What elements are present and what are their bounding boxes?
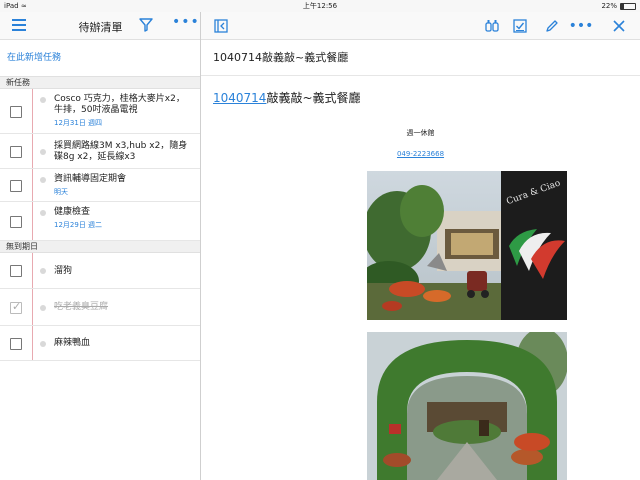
task-checkbox[interactable]	[10, 180, 22, 192]
margin-line	[32, 253, 33, 288]
task-row[interactable]: 採買網路線3M x3,hub x2，隨身碟8g x2，延長線x3	[0, 134, 200, 169]
filter-icon[interactable]	[139, 18, 153, 32]
checkmark-icon: ✓	[12, 300, 22, 313]
task-text: 溜狗	[54, 266, 73, 276]
margin-line	[32, 202, 33, 240]
task-text: 吃老義臭豆腐	[54, 302, 109, 312]
task-text: 健康檢查	[54, 207, 91, 217]
battery-percent: 22%	[601, 2, 617, 10]
priority-dot-icon	[40, 177, 46, 183]
task-row[interactable]: 麻辣鴨血	[0, 326, 200, 361]
task-row[interactable]: 溜狗	[0, 253, 200, 289]
battery-icon	[620, 2, 636, 10]
task-due-date: 12月31日 週四	[54, 119, 103, 127]
task-checkbox[interactable]	[10, 265, 22, 277]
list-title: 待辦清單	[78, 21, 123, 34]
task-due-date: 12月29日 週二	[54, 221, 103, 229]
priority-dot-icon	[40, 341, 46, 347]
close-icon[interactable]	[611, 18, 627, 34]
section-header: 新任務	[0, 77, 200, 89]
task-row[interactable]: ✓ 吃老義臭豆腐	[0, 289, 200, 326]
task-checkbox[interactable]	[10, 338, 22, 350]
add-task-input[interactable]: 在此新增任務	[0, 40, 200, 77]
task-checkbox[interactable]: ✓	[10, 300, 22, 314]
task-row[interactable]: 健康檢查 12月29日 週二	[0, 202, 200, 241]
note-detail-pane: ••• 1040714敲義敲~義式餐廳 1040714敲義敲~義式餐廳 週一休館…	[201, 12, 640, 480]
margin-line	[32, 289, 33, 325]
note-heading-text: 敲義敲~義式餐廳	[266, 91, 361, 105]
task-text: 資訊輔導固定期會	[54, 174, 127, 184]
note-heading-link[interactable]: 1040714	[213, 91, 266, 105]
task-checkbox[interactable]	[10, 146, 22, 158]
status-time: 上午12:56	[302, 2, 338, 10]
priority-dot-icon	[40, 268, 46, 274]
priority-dot-icon	[40, 149, 46, 155]
task-text: 採買網路線3M x3,hub x2，隨身碟8g x2，延長線x3	[54, 141, 188, 162]
more-icon[interactable]: •••	[569, 18, 594, 34]
priority-dot-icon	[40, 210, 46, 216]
phone-link[interactable]: 049-2223668	[201, 150, 640, 158]
task-row[interactable]: 資訊輔導固定期會 明天	[0, 169, 200, 202]
restaurant-photo: Cura & Ciao	[367, 171, 567, 320]
priority-dot-icon	[40, 305, 46, 311]
task-text: Cosco 巧克力，桂格大麥片x2，牛排，50吋液晶電視	[54, 94, 185, 115]
note-title: 1040714敲義敲~義式餐廳	[201, 40, 640, 76]
task-checkbox[interactable]	[10, 106, 22, 118]
status-battery: 22%	[601, 0, 636, 12]
task-checkbox[interactable]	[10, 216, 22, 228]
detail-toolbar: •••	[201, 12, 640, 40]
checklist-icon[interactable]	[512, 18, 528, 34]
margin-line	[32, 169, 33, 201]
priority-dot-icon	[40, 97, 46, 103]
task-row[interactable]: Cosco 巧克力，桂格大麥片x2，牛排，50吋液晶電視 12月31日 週四	[0, 89, 200, 134]
status-bar: iPad ≈ 上午12:56 22%	[0, 0, 640, 12]
task-sections: 新任務 Cosco 巧克力，桂格大麥片x2，牛排，50吋液晶電視 12月31日 週四…	[0, 77, 200, 361]
note-heading: 1040714敲義敲~義式餐廳	[213, 89, 361, 106]
binoculars-icon[interactable]	[484, 18, 500, 34]
battery-fill	[621, 3, 624, 9]
margin-line	[32, 134, 33, 168]
task-due-date: 明天	[54, 188, 68, 196]
closed-day-note: 週一休館	[406, 129, 435, 137]
collapse-sidebar-icon[interactable]	[213, 18, 229, 34]
section-header: 無到期日	[0, 241, 200, 253]
task-text: 麻辣鴨血	[54, 338, 91, 348]
pencil-icon[interactable]	[544, 18, 560, 34]
margin-line	[32, 89, 33, 133]
garden-arch-photo	[367, 332, 567, 480]
margin-line	[32, 326, 33, 360]
more-icon[interactable]: •••	[172, 15, 200, 29]
list-header: 待辦清單 •••	[0, 12, 200, 40]
task-list-pane: 待辦清單 ••• 在此新增任務 新任務 Cosco 巧克力，桂格大麥片x2，牛排，…	[0, 12, 201, 480]
